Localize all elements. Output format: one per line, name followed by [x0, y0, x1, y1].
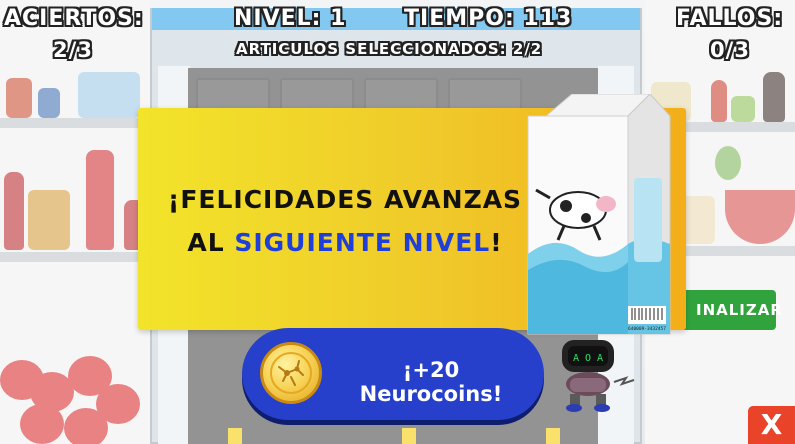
hits-value: 2/3 [53, 38, 93, 62]
finalize-label: INALIZAR [696, 301, 783, 319]
selected-items-label: ARTICULOS SELECCIONADOS: 2/2 [236, 40, 543, 58]
close-icon: X [760, 408, 783, 441]
line2-prefix: AL [187, 228, 235, 257]
finalize-button[interactable]: INALIZAR [678, 290, 782, 330]
milk-carton-icon: 640009-3432457 [527, 94, 671, 335]
fails-value: 0/3 [710, 38, 750, 62]
line2-suffix: ! [490, 228, 503, 257]
reward-label: ¡+20 Neurocoins! [359, 358, 503, 406]
next-level-highlight: SIGUIENTE NIVEL [234, 228, 491, 257]
close-button[interactable]: X [748, 406, 795, 444]
robot-mascot-icon: A O A [562, 340, 635, 412]
svg-text:A O A: A O A [573, 353, 603, 364]
level-up-message: ¡FELICIDADES AVANZAS AL SIGUIENTE NIVEL! [160, 178, 530, 264]
level-label: NIVEL: 1 [234, 6, 347, 31]
level-up-line1: ¡FELICIDADES AVANZAS [167, 185, 523, 214]
time-label: TIEMPO: 113 [404, 6, 573, 31]
neurocoin-icon [260, 342, 322, 404]
hits-label: ACIERTOS: [4, 6, 144, 31]
fails-label: FALLOS: [676, 6, 784, 31]
milk-barcode-number: 640009-3432457 [628, 326, 666, 332]
level-up-line2: AL SIGUIENTE NIVEL! [160, 221, 530, 264]
